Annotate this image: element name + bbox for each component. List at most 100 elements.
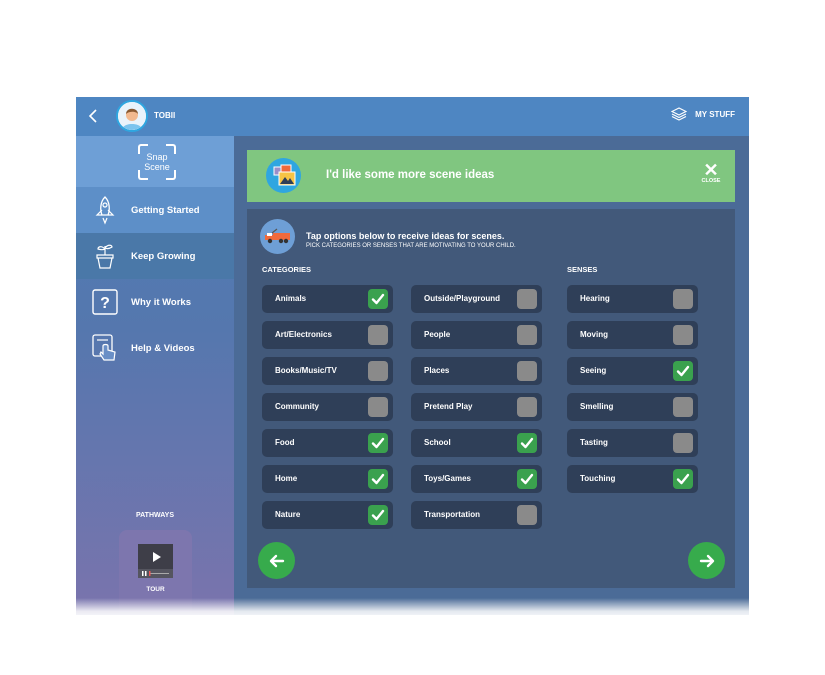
logo-line1: Snap <box>146 152 168 162</box>
pathways-heading: PATHWAYS <box>136 512 174 519</box>
option-checkbox[interactable] <box>673 325 693 345</box>
back-button[interactable] <box>84 106 104 126</box>
option-checkbox[interactable] <box>517 469 537 489</box>
arrow-left-icon <box>269 554 284 567</box>
checkmark-icon <box>371 473 385 485</box>
option-checkbox[interactable] <box>517 505 537 525</box>
option-tile[interactable]: Smelling <box>567 393 698 421</box>
checkmark-icon <box>520 473 534 485</box>
option-tile[interactable]: Food <box>262 429 393 457</box>
option-label: Art/Electronics <box>275 330 332 339</box>
option-label: Community <box>275 402 319 411</box>
option-checkbox[interactable] <box>368 325 388 345</box>
checkmark-icon <box>676 365 690 377</box>
app-window: TOBII MY STUFF Snap Scene Getting Starte… <box>76 97 749 615</box>
categories-heading: CATEGORIES <box>262 265 312 274</box>
option-checkbox[interactable] <box>368 289 388 309</box>
sidebar-item-label: Help & Videos <box>131 342 195 354</box>
option-tile[interactable]: Community <box>262 393 393 421</box>
question-icon: ? <box>92 287 118 317</box>
option-checkbox[interactable] <box>673 433 693 453</box>
option-checkbox[interactable] <box>368 397 388 417</box>
tour-label: TOUR <box>146 586 165 593</box>
arrow-right-icon <box>699 554 714 567</box>
sidebar-item-label: Getting Started <box>131 204 200 216</box>
option-checkbox[interactable] <box>673 397 693 417</box>
checkmark-icon <box>520 437 534 449</box>
option-tile[interactable]: Art/Electronics <box>262 321 393 349</box>
sidebar: Snap Scene Getting Started Keep Growing ?… <box>76 136 234 615</box>
option-checkbox[interactable] <box>368 361 388 381</box>
tablet-hand-icon <box>92 333 118 363</box>
option-tile[interactable]: People <box>411 321 542 349</box>
instruction-subtext: PICK CATEGORIES OR SENSES THAT ARE MOTIV… <box>306 243 516 249</box>
sidebar-item-keep-growing[interactable]: Keep Growing <box>76 233 234 279</box>
option-checkbox[interactable] <box>673 469 693 489</box>
option-checkbox[interactable] <box>673 361 693 381</box>
option-checkbox[interactable] <box>368 433 388 453</box>
option-label: Home <box>275 474 298 483</box>
option-tile[interactable]: Touching <box>567 465 698 493</box>
plant-pot-icon <box>92 241 118 271</box>
top-bar: TOBII MY STUFF <box>76 97 749 136</box>
option-tile[interactable]: Pretend Play <box>411 393 542 421</box>
my-stuff-button[interactable]: MY STUFF <box>671 107 735 121</box>
option-label: Books/Music/TV <box>275 366 337 375</box>
reflection-fade <box>76 598 749 620</box>
option-label: Outside/Playground <box>424 294 501 303</box>
close-button[interactable]: ✕ CLOSE <box>699 161 723 184</box>
option-tile[interactable]: Home <box>262 465 393 493</box>
option-tile[interactable]: Nature <box>262 501 393 529</box>
sidebar-item-help-videos[interactable]: Help & Videos <box>76 325 234 371</box>
option-label: Touching <box>580 474 616 483</box>
logo-line2: Scene <box>144 162 170 172</box>
checkmark-icon <box>371 293 385 305</box>
scene-ideas-banner: I'd like some more scene ideas ✕ CLOSE <box>247 150 735 202</box>
option-label: Places <box>424 366 450 375</box>
option-label: Moving <box>580 330 608 339</box>
option-checkbox[interactable] <box>517 289 537 309</box>
option-tile[interactable]: Books/Music/TV <box>262 357 393 385</box>
close-label: CLOSE <box>701 178 721 184</box>
option-tile[interactable]: School <box>411 429 542 457</box>
sidebar-item-why-it-works[interactable]: ? Why it Works <box>76 279 234 325</box>
checkmark-icon <box>676 473 690 485</box>
option-tile[interactable]: Outside/Playground <box>411 285 542 313</box>
option-tile[interactable]: Animals <box>262 285 393 313</box>
option-tile[interactable]: Hearing <box>567 285 698 313</box>
option-label: Animals <box>275 294 307 303</box>
option-label: Nature <box>275 510 301 519</box>
user-name: TOBII <box>154 111 176 120</box>
option-checkbox[interactable] <box>517 433 537 453</box>
option-checkbox[interactable] <box>368 469 388 489</box>
video-thumbnail <box>138 544 173 578</box>
chevron-left-icon <box>88 109 97 123</box>
option-tile[interactable]: Moving <box>567 321 698 349</box>
option-label: Transportation <box>424 510 481 519</box>
rocket-icon <box>92 195 118 225</box>
banner-title: I'd like some more scene ideas <box>326 169 495 181</box>
main-content: I'd like some more scene ideas ✕ CLOSE T… <box>234 136 749 615</box>
option-tile[interactable]: Transportation <box>411 501 542 529</box>
next-button[interactable] <box>688 542 725 579</box>
play-icon <box>138 552 173 578</box>
option-checkbox[interactable] <box>368 505 388 525</box>
avatar[interactable] <box>116 100 148 132</box>
option-tile[interactable]: Places <box>411 357 542 385</box>
previous-button[interactable] <box>258 542 295 579</box>
option-checkbox[interactable] <box>517 397 537 417</box>
option-label: Hearing <box>580 294 610 303</box>
instruction-text: Tap options below to receive ideas for s… <box>306 231 505 241</box>
option-checkbox[interactable] <box>673 289 693 309</box>
option-tile[interactable]: Seeing <box>567 357 698 385</box>
snap-scene-logo: Snap Scene <box>136 142 178 182</box>
option-label: Toys/Games <box>424 474 471 483</box>
option-checkbox[interactable] <box>517 325 537 345</box>
option-label: People <box>424 330 451 339</box>
option-checkbox[interactable] <box>517 361 537 381</box>
sidebar-item-label: Keep Growing <box>131 250 196 262</box>
option-tile[interactable]: Toys/Games <box>411 465 542 493</box>
sidebar-item-getting-started[interactable]: Getting Started <box>76 187 234 233</box>
senses-heading: SENSES <box>567 265 598 274</box>
option-tile[interactable]: Tasting <box>567 429 698 457</box>
